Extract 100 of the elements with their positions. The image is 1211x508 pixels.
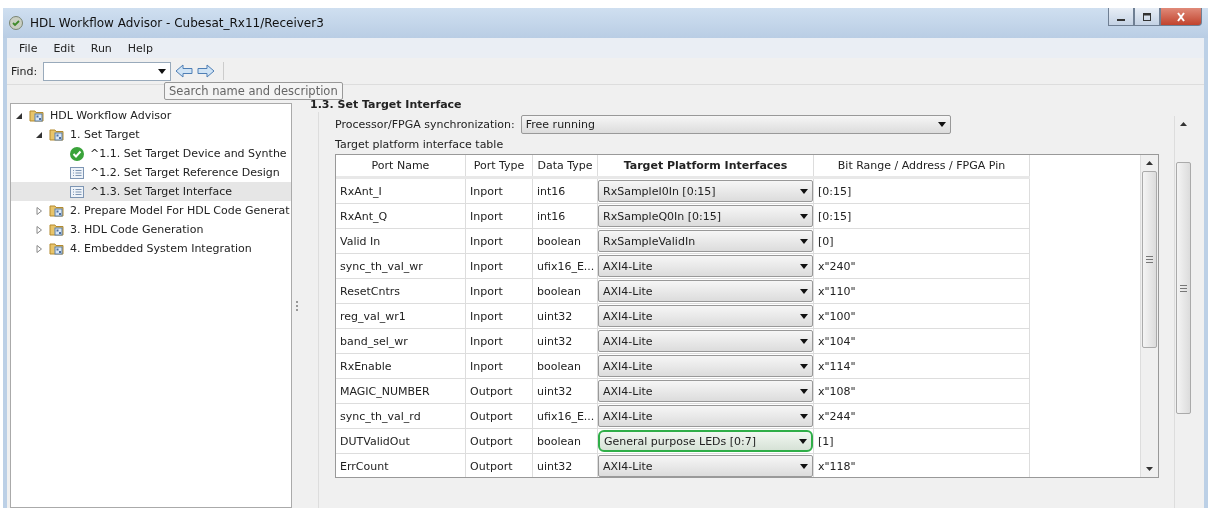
interface-dropdown[interactable]: RxSampleValidIn [598, 230, 813, 252]
tree-item[interactable]: 2. Prepare Model For HDL Code Generat [11, 201, 291, 220]
table-cell: RxAnt_Q [336, 203, 466, 229]
interface-dropdown[interactable]: AXI4-Lite [598, 405, 813, 427]
dropdown-arrow-icon [800, 413, 808, 419]
tree-item[interactable]: ^1.2. Set Target Reference Design [11, 163, 291, 182]
menu-item[interactable]: File [11, 41, 46, 55]
table-cell: boolean [532, 353, 598, 379]
interface-dropdown[interactable]: General purpose LEDs [0:7] [598, 430, 813, 452]
expand-icon[interactable] [35, 225, 43, 234]
table-cell: x"110" [813, 278, 1030, 304]
column-header: Target Platform Interfaces [597, 155, 814, 178]
folder-icon [49, 221, 65, 238]
table-cell: RxEnable [336, 353, 466, 379]
scroll-down-icon[interactable] [1146, 467, 1153, 471]
dropdown-arrow-icon [800, 188, 808, 194]
table-cell: x"114" [813, 353, 1030, 379]
close-icon [1175, 11, 1187, 22]
table-cell: DUTValidOut [336, 428, 466, 454]
expand-icon[interactable] [35, 206, 43, 215]
table-cell: sync_th_val_rd [336, 403, 466, 429]
back-arrow-icon[interactable] [175, 64, 194, 78]
table-cell: uint32 [532, 378, 598, 404]
panel-scrollbar[interactable] [1174, 116, 1192, 508]
scroll-thumb[interactable] [1142, 171, 1157, 348]
column-header: Port Name [336, 155, 466, 178]
collapse-icon[interactable] [15, 111, 23, 120]
table-caption: Target platform interface table [335, 138, 505, 151]
scroll-up-icon[interactable] [1180, 122, 1187, 126]
sync-dropdown[interactable]: Free running [520, 114, 951, 134]
dropdown-arrow-icon [800, 213, 808, 219]
table-cell: boolean [532, 428, 598, 454]
tree-item[interactable]: ^1.3. Set Target Interface [11, 182, 291, 201]
table-scrollbar[interactable] [1140, 155, 1158, 477]
interface-dropdown[interactable]: AXI4-Lite [598, 280, 813, 302]
table-cell: Inport [465, 253, 533, 279]
folder-icon [49, 202, 65, 219]
table-cell: sync_th_val_wr [336, 253, 466, 279]
table-cell: boolean [532, 278, 598, 304]
sync-label: Processor/FPGA synchronization: [335, 117, 515, 131]
section-title: 1.3. Set Target Interface [310, 98, 462, 111]
table-cell: band_sel_wr [336, 328, 466, 354]
table-cell: Outport [465, 378, 533, 404]
dropdown-arrow-icon [800, 363, 808, 369]
table-cell: uint32 [532, 328, 598, 354]
column-header: Port Type [465, 155, 533, 178]
table-cell: RxAnt_I [336, 177, 466, 204]
interface-dropdown[interactable]: AXI4-Lite [598, 380, 813, 402]
check-icon [9, 16, 23, 30]
tree-item[interactable]: 4. Embedded System Integration [11, 239, 291, 258]
table-cell: ufix16_E... [532, 253, 598, 279]
check-icon [69, 145, 85, 162]
menu-item[interactable]: Help [119, 41, 161, 55]
table-cell: Inport [465, 303, 533, 329]
collapse-icon[interactable] [35, 130, 43, 139]
table-cell: [0] [813, 228, 1030, 254]
interface-dropdown[interactable]: RxSampleQ0In [0:15] [598, 205, 813, 227]
find-field[interactable] [43, 61, 172, 81]
table-cell: Inport [465, 353, 533, 379]
forward-arrow-icon[interactable] [197, 64, 216, 78]
interface-dropdown[interactable]: AXI4-Lite [598, 305, 813, 327]
table-cell: ResetCntrs [336, 278, 466, 304]
interface-dropdown[interactable]: AXI4-Lite [598, 355, 813, 377]
list-icon [69, 183, 85, 200]
dropdown-arrow-icon [800, 263, 808, 269]
table-cell: x"108" [813, 378, 1030, 404]
maximize-icon [1141, 11, 1153, 22]
table-cell: int16 [532, 203, 598, 229]
tree-item[interactable]: 1. Set Target [11, 125, 291, 144]
table-cell: Inport [465, 228, 533, 254]
tooltip: Search name and description [164, 82, 343, 100]
table-cell: boolean [532, 228, 598, 254]
scroll-up-icon[interactable] [1146, 161, 1153, 165]
table-cell: Inport [465, 177, 533, 204]
interface-dropdown[interactable]: AXI4-Lite [598, 330, 813, 352]
tree-item[interactable]: ^1.1. Set Target Device and Synthe [11, 144, 291, 163]
dropdown-arrow-icon [800, 238, 808, 244]
folder-icon [49, 240, 65, 257]
expand-icon[interactable] [35, 244, 43, 253]
folder-icon [49, 126, 65, 143]
list-icon [69, 164, 85, 181]
table-cell: int16 [532, 177, 598, 204]
interface-dropdown[interactable]: RxSampleI0In [0:15] [598, 180, 813, 202]
close-button[interactable] [1160, 8, 1202, 26]
interface-dropdown[interactable]: AXI4-Lite [598, 255, 813, 277]
table-cell: x"104" [813, 328, 1030, 354]
table-cell: ufix16_E... [532, 403, 598, 429]
interface-dropdown[interactable]: AXI4-Lite [598, 455, 813, 477]
menu-item[interactable]: Edit [45, 41, 83, 55]
menu-item[interactable]: Run [82, 41, 120, 55]
table-cell: Inport [465, 328, 533, 354]
dropdown-arrow-icon [800, 288, 808, 294]
dropdown-arrow-icon [800, 463, 808, 469]
tree-item[interactable]: HDL Workflow Advisor [11, 106, 291, 125]
minimize-button[interactable] [1108, 8, 1134, 26]
scroll-thumb[interactable] [1176, 162, 1191, 414]
table-cell: [1] [813, 428, 1030, 454]
maximize-button[interactable] [1134, 8, 1160, 26]
table-cell: MAGIC_NUMBER [336, 378, 466, 404]
tree-item[interactable]: 3. HDL Code Generation [11, 220, 291, 239]
